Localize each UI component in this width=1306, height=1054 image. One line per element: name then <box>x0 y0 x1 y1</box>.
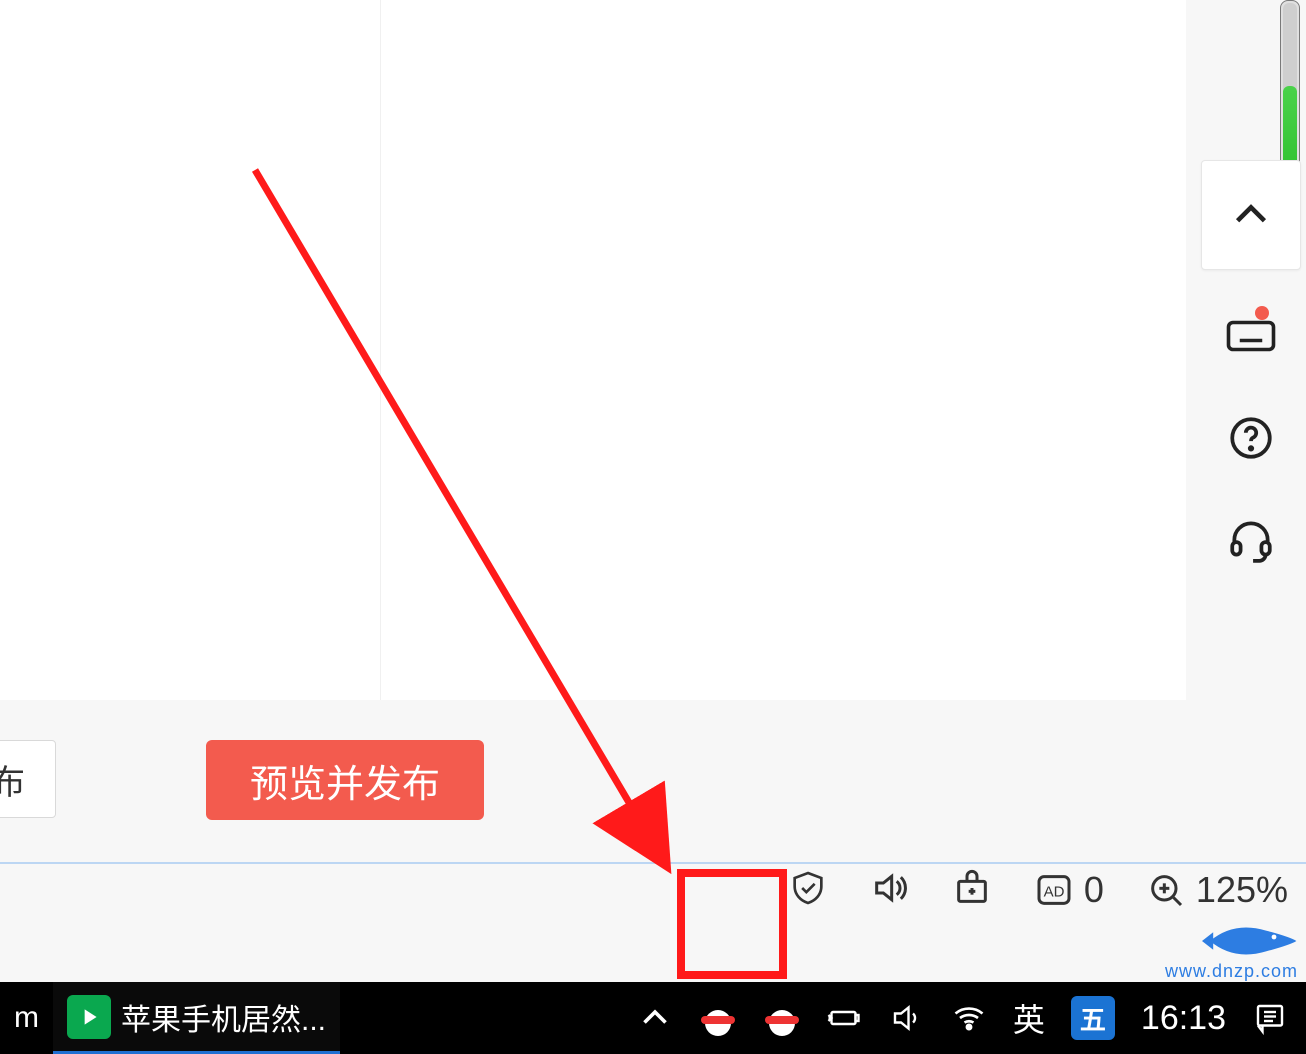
system-tray: 英 五 16:13 <box>637 982 1306 1054</box>
taskbar-clock[interactable]: 16:13 <box>1141 999 1226 1038</box>
battery-charging-icon <box>827 1000 863 1036</box>
app-play-icon <box>67 995 111 1039</box>
help-chat-icon <box>1226 413 1276 463</box>
windows-taskbar[interactable]: m 苹果手机居然... <box>0 982 1306 1054</box>
ime-engine-indicator[interactable]: 五 <box>1071 996 1115 1040</box>
watermark-url: www.dnzp.com <box>1165 961 1298 982</box>
notification-icon <box>1252 1000 1288 1036</box>
action-center-button[interactable] <box>1252 1000 1288 1036</box>
watermark: www.dnzp.com <box>1128 914 1298 982</box>
taskbar-app-item[interactable]: 苹果手机居然... <box>53 982 340 1054</box>
penguin-icon <box>699 996 737 1040</box>
taskbar-fragment-left[interactable]: m <box>0 982 53 1054</box>
penguin-icon <box>763 996 801 1040</box>
keyboard-icon <box>1224 309 1278 363</box>
shield-icon[interactable] <box>788 868 828 913</box>
adblock-indicator[interactable]: AD 0 <box>1034 869 1104 911</box>
preview-publish-button[interactable]: 预览并发布 <box>206 740 484 820</box>
zoom-level: 125% <box>1196 869 1288 911</box>
qq-tray-icon-2[interactable] <box>763 996 801 1040</box>
ime-language-indicator[interactable]: 英 <box>1013 995 1045 1041</box>
volume-tray-icon[interactable] <box>889 1000 925 1036</box>
editor-pane-left <box>0 0 380 700</box>
speaker-icon <box>889 1000 925 1036</box>
watermark-logo-icon <box>1202 921 1298 961</box>
chevron-up-icon <box>1228 192 1274 238</box>
editor-pane-right <box>380 0 1186 700</box>
tray-overflow-button[interactable] <box>637 1000 673 1036</box>
side-toolbar <box>1196 146 1306 590</box>
chevron-up-icon <box>637 1000 673 1036</box>
qq-tray-icon-1[interactable] <box>699 996 737 1040</box>
footer-actions: 布 预览并发布 <box>0 740 1306 860</box>
headset-icon <box>1226 515 1276 565</box>
wifi-tray-icon[interactable] <box>951 1000 987 1036</box>
secondary-button[interactable]: 布 <box>0 740 56 818</box>
wifi-icon <box>951 1000 987 1036</box>
browser-status-bar: AD 0 125% <box>0 864 1306 916</box>
adblock-icon: AD <box>1034 870 1074 910</box>
zoom-indicator[interactable]: 125% <box>1146 869 1288 911</box>
zoom-in-icon <box>1146 870 1186 910</box>
adblock-count: 0 <box>1084 869 1104 911</box>
help-button[interactable] <box>1215 402 1287 474</box>
annotation-highlight-box <box>677 869 787 979</box>
battery-tray-icon[interactable] <box>827 1000 863 1036</box>
volume-icon[interactable] <box>870 868 910 913</box>
support-button[interactable] <box>1215 504 1287 576</box>
extensions-icon[interactable] <box>952 868 992 913</box>
taskbar-app-title: 苹果手机居然... <box>121 995 326 1039</box>
collapse-panel-button[interactable] <box>1201 160 1301 270</box>
keyboard-button[interactable] <box>1215 300 1287 372</box>
svg-text:AD: AD <box>1043 884 1064 901</box>
notification-dot-icon <box>1255 306 1269 320</box>
